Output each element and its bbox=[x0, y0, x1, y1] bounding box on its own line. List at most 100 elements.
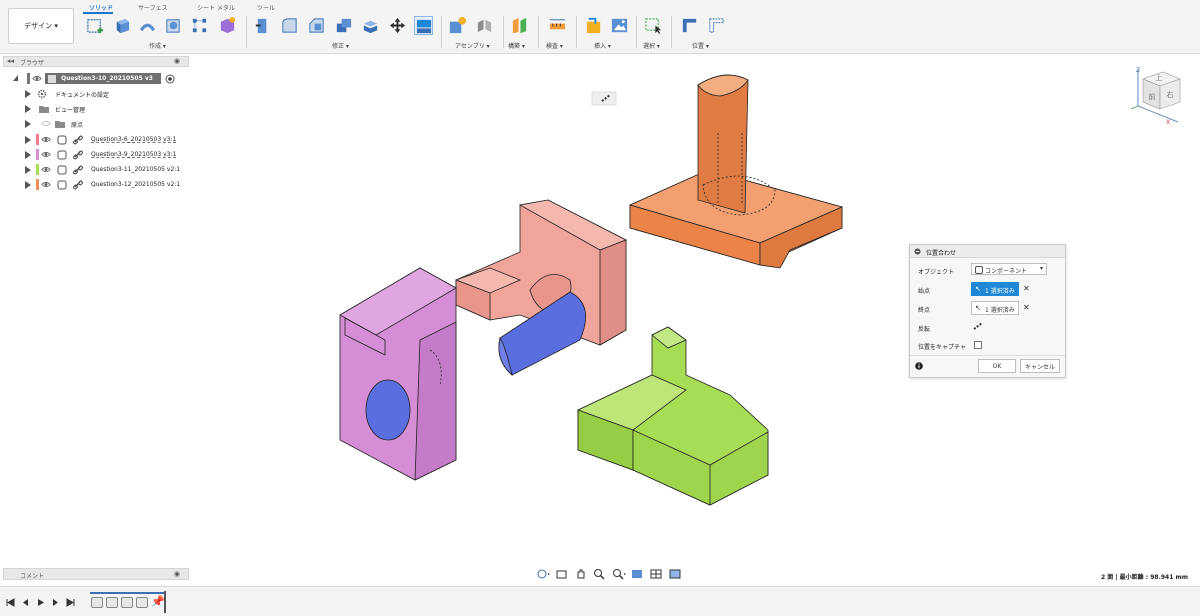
flip-icon[interactable] bbox=[973, 322, 983, 330]
tab-tools[interactable]: ツール bbox=[257, 3, 275, 12]
to-selection-button[interactable]: ↖ 1 選択済み bbox=[971, 301, 1019, 315]
revolve-icon[interactable] bbox=[164, 16, 183, 35]
select-group-label[interactable]: 選択 ▾ bbox=[643, 41, 660, 50]
browser-root[interactable]: Question3-10_20210505 v3 bbox=[3, 72, 193, 86]
create-form-icon[interactable] bbox=[218, 16, 237, 35]
insert-derive-icon[interactable] bbox=[584, 16, 603, 35]
expand-arrow-icon[interactable] bbox=[25, 120, 31, 128]
visibility-eye-icon[interactable] bbox=[41, 150, 51, 159]
3d-viewport[interactable] bbox=[190, 54, 920, 564]
step-forward-icon[interactable] bbox=[51, 598, 60, 607]
browser-pin-icon[interactable]: ◉ bbox=[174, 57, 180, 65]
pan-icon[interactable] bbox=[573, 568, 589, 580]
grid-settings-icon[interactable] bbox=[649, 568, 665, 580]
step-back-icon[interactable] bbox=[21, 598, 30, 607]
chamfer-icon[interactable] bbox=[307, 16, 326, 35]
capture-position-icon[interactable] bbox=[680, 16, 699, 35]
clear-from-icon[interactable]: ✕ bbox=[1023, 284, 1030, 293]
viewports-icon[interactable] bbox=[668, 568, 684, 580]
clear-to-icon[interactable]: ✕ bbox=[1023, 303, 1030, 312]
flip-marker-icon[interactable] bbox=[591, 91, 617, 106]
fit-icon[interactable] bbox=[611, 568, 627, 580]
shell-icon[interactable] bbox=[334, 16, 353, 35]
cancel-button[interactable]: キャンセル bbox=[1020, 359, 1060, 373]
timeline-feature-icon[interactable] bbox=[121, 597, 133, 608]
timeline-feature-icon[interactable] bbox=[91, 597, 103, 608]
go-to-start-icon[interactable] bbox=[6, 598, 15, 607]
green-component-body[interactable] bbox=[576, 326, 769, 506]
visibility-eye-icon[interactable] bbox=[41, 135, 51, 144]
visibility-eye-icon[interactable] bbox=[41, 165, 51, 174]
display-settings-icon[interactable] bbox=[630, 568, 646, 580]
collapse-dialog-icon[interactable] bbox=[914, 248, 921, 255]
expand-arrow-icon[interactable] bbox=[13, 75, 18, 81]
look-at-icon[interactable] bbox=[554, 568, 570, 580]
fillet-icon[interactable] bbox=[280, 16, 299, 35]
offset-plane-icon[interactable] bbox=[510, 16, 529, 35]
pink-component-body[interactable] bbox=[339, 267, 457, 481]
window-select-icon[interactable] bbox=[644, 16, 663, 35]
activate-radio-icon[interactable] bbox=[165, 74, 175, 84]
canvas-image-icon[interactable] bbox=[610, 16, 629, 35]
workspace-switcher-button[interactable]: デザイン ▾ bbox=[8, 8, 74, 44]
orange-component-body[interactable] bbox=[628, 74, 844, 269]
align-icon[interactable] bbox=[414, 16, 433, 35]
expand-arrow-icon[interactable] bbox=[25, 151, 31, 159]
visibility-eye-icon[interactable] bbox=[41, 180, 51, 189]
hidden-eye-icon[interactable] bbox=[41, 119, 51, 128]
position-group-label[interactable]: 位置 ▾ bbox=[692, 41, 709, 50]
browser-header[interactable]: ◂◂ ブラウザ ◉ bbox=[3, 56, 189, 67]
joint-icon[interactable] bbox=[475, 16, 494, 35]
zoom-icon[interactable] bbox=[592, 568, 608, 580]
visibility-eye-icon[interactable] bbox=[32, 74, 42, 83]
tab-sheet-metal[interactable]: シート メタル bbox=[197, 3, 235, 12]
insert-group-label[interactable]: 挿入 ▾ bbox=[594, 41, 611, 50]
comments-panel-header[interactable]: コメント ◉ bbox=[3, 568, 189, 580]
go-to-end-icon[interactable] bbox=[66, 598, 75, 607]
collapse-icon[interactable]: ◂◂ bbox=[7, 57, 14, 65]
inspect-group-label[interactable]: 検査 ▾ bbox=[546, 41, 563, 50]
capture-position-checkbox[interactable] bbox=[974, 341, 982, 349]
expand-arrow-icon[interactable] bbox=[25, 181, 31, 189]
object-type-select[interactable]: コンポーネント ▾ bbox=[971, 263, 1047, 275]
browser-item-component-2[interactable]: Question3-9_20210503 v3:1 bbox=[3, 148, 193, 162]
measure-icon[interactable] bbox=[548, 16, 567, 35]
extrude-icon[interactable] bbox=[112, 16, 131, 35]
tab-surface[interactable]: サーフェス bbox=[138, 3, 168, 12]
expand-arrow-icon[interactable] bbox=[25, 90, 31, 98]
combine-icon[interactable] bbox=[361, 16, 380, 35]
ok-button[interactable]: OK bbox=[978, 359, 1016, 373]
dialog-title-bar[interactable]: 位置合わせ bbox=[910, 245, 1065, 258]
play-icon[interactable] bbox=[36, 598, 45, 607]
modify-group-label[interactable]: 修正 ▾ bbox=[332, 41, 349, 50]
browser-item-document-settings[interactable]: ドキュメントの設定 bbox=[3, 87, 193, 101]
timeline-feature-icon[interactable] bbox=[106, 597, 118, 608]
pin-icon[interactable]: 📌 bbox=[151, 595, 165, 608]
timeline-marker[interactable] bbox=[164, 591, 166, 613]
expand-arrow-icon[interactable] bbox=[25, 136, 31, 144]
new-component-icon[interactable] bbox=[448, 16, 467, 35]
timeline-feature-icon[interactable] bbox=[136, 597, 148, 608]
revert-position-icon[interactable] bbox=[707, 16, 726, 35]
expand-arrow-icon[interactable] bbox=[25, 105, 31, 113]
info-icon[interactable] bbox=[915, 362, 923, 370]
add-comment-icon[interactable]: ◉ bbox=[174, 570, 180, 578]
expand-arrow-icon[interactable] bbox=[25, 166, 31, 174]
assemble-group-label[interactable]: アセンブリ ▾ bbox=[455, 41, 490, 50]
rectangular-pattern-icon[interactable] bbox=[190, 16, 209, 35]
create-group-label[interactable]: 作成 ▾ bbox=[149, 41, 166, 50]
press-pull-icon[interactable] bbox=[253, 16, 272, 35]
from-selection-button[interactable]: ↖ 1 選択済み bbox=[971, 282, 1019, 296]
viewcube[interactable]: 上 前 右 Z X bbox=[1128, 64, 1188, 124]
new-sketch-icon[interactable] bbox=[86, 16, 105, 35]
browser-item-origin[interactable]: 原点 bbox=[3, 117, 193, 131]
browser-item-component-3[interactable]: Question3-11_20210505 v2:1 bbox=[3, 163, 193, 177]
browser-item-named-views[interactable]: ビュー管理 bbox=[3, 102, 193, 116]
tab-solid[interactable]: ソリッド bbox=[89, 3, 113, 12]
move-icon[interactable] bbox=[388, 16, 407, 35]
sweep-icon[interactable] bbox=[138, 16, 157, 35]
browser-item-component-4[interactable]: Question3-12_20210505 v2:1 bbox=[3, 178, 193, 192]
browser-item-component-1[interactable]: Question3-6_20210503 v3:1 bbox=[3, 133, 193, 147]
construct-group-label[interactable]: 構築 ▾ bbox=[508, 41, 525, 50]
orbit-icon[interactable] bbox=[535, 568, 551, 580]
